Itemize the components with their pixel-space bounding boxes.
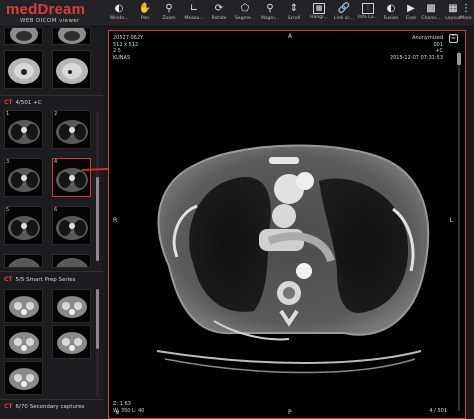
thumbnail[interactable]: [4, 361, 43, 395]
overlay-top-right: Anonymized 001 +C 2015-12-07 07:31:53: [390, 35, 443, 61]
toolbar: medDream WEB DICOM viewer ◐ Windo... ✋ P…: [0, 0, 474, 27]
modality-label: CT: [4, 276, 13, 283]
thumbnail[interactable]: [52, 27, 91, 45]
series-sidebar: CT 4/501 +C CT 5/5 Smart Prep Series CT 6/7…: [0, 27, 103, 419]
image-viewport[interactable]: 20527 062Y 512 x 512 2.5 KUNAS Anonymize…: [108, 30, 466, 419]
thumbnail-number: 2: [54, 111, 58, 117]
thumbnail[interactable]: [4, 50, 43, 89]
zoom-icon: ⚲: [165, 3, 173, 14]
magnifier-icon: ⚲: [266, 3, 274, 14]
slice-scrollbar[interactable]: [457, 41, 461, 411]
logo-text: medDream: [6, 1, 86, 18]
window-level-icon: ◐: [114, 3, 124, 14]
more-icon: ⋮: [461, 3, 471, 14]
slice-counter: 4 / 501: [429, 407, 447, 414]
tool-label: Windo...: [109, 16, 129, 21]
thumbnail-number: 6: [54, 207, 58, 213]
thumbnail[interactable]: 6: [52, 206, 91, 245]
series-header[interactable]: CT 6/70 Secondary captures: [4, 403, 84, 410]
thumbnail[interactable]: [4, 27, 43, 45]
thumbnail[interactable]: [52, 325, 91, 359]
thumbnail-number: 3: [6, 159, 10, 165]
slice-scroll-thumb[interactable]: [457, 53, 461, 66]
tool-scroll[interactable]: ⇕ Scroll: [281, 3, 307, 27]
thumbnail-number: 5: [6, 207, 10, 213]
institution: KUNAS: [113, 54, 131, 61]
scroll-icon: ⇕: [289, 3, 299, 14]
tool-segment[interactable]: ⬠ Segme...: [232, 3, 258, 27]
tool-measure[interactable]: ∟ Measu...: [181, 3, 207, 27]
orientation-top: A: [288, 33, 293, 40]
series-title: 5/5 Smart Prep Series: [15, 277, 76, 283]
series-title: 4/501 +C: [15, 100, 42, 106]
orientation-right: L: [449, 217, 453, 224]
link-scroll-icon: 🔗: [337, 3, 351, 14]
app: medDream WEB DICOM viewer ◐ Windo... ✋ P…: [0, 0, 474, 419]
logo: medDream WEB DICOM viewer: [6, 1, 86, 25]
overlay-top-left: 20527 062Y 512 x 512 2.5 KUNAS: [113, 35, 143, 61]
thumbnail[interactable]: [52, 254, 91, 268]
tool-hanging-protocol[interactable]: ▦ Hangi...: [306, 3, 332, 27]
thumbnail[interactable]: 1: [4, 110, 43, 149]
series-header[interactable]: CT 5/5 Smart Prep Series: [4, 276, 75, 283]
divider: [0, 399, 103, 400]
tool-magnifier[interactable]: ⚲ Magni...: [257, 3, 283, 27]
thumbnail[interactable]: [4, 254, 43, 268]
thumbnail-number: 4: [54, 159, 58, 165]
slice-scroll-track[interactable]: [458, 51, 460, 411]
tool-label: Link sc...: [333, 16, 355, 21]
orientation-left: R: [113, 217, 118, 224]
tool-more[interactable]: ⋮ More: [458, 3, 474, 27]
ct-image[interactable]: [109, 31, 466, 419]
pan-icon: ✋: [138, 3, 152, 14]
tool-zoom[interactable]: ⚲ Zoom: [156, 3, 182, 27]
tool-label: Zoom: [162, 16, 176, 21]
tool-label: Scroll: [287, 16, 301, 21]
tool-label: Rotate: [211, 16, 227, 21]
hanging-protocol-icon: ▦: [313, 3, 325, 14]
thumbnail[interactable]: 5: [4, 206, 43, 245]
tool-label: Magni...: [260, 16, 280, 21]
tool-label: Measu...: [184, 16, 204, 21]
info-layer-icon: i: [362, 3, 374, 14]
series-title: 6/70 Secondary captures: [15, 404, 85, 410]
thumbnail[interactable]: 2: [52, 110, 91, 149]
tool-label: Hangi...: [310, 15, 328, 20]
viewport-settings-icon[interactable]: ⚙: [113, 410, 122, 418]
thumbnail-number: 1: [6, 111, 10, 117]
divider: [0, 271, 103, 272]
thumbnail[interactable]: [52, 289, 91, 323]
thumbnail[interactable]: [4, 289, 43, 323]
tool-rotate[interactable]: ⟳ Rotate: [206, 3, 232, 27]
segment-icon: ⬠: [240, 3, 250, 14]
tool-link-scroll[interactable]: 🔗 Link sc...: [331, 3, 357, 27]
thumbnail[interactable]: 3: [4, 158, 43, 197]
orientation-bottom: P: [288, 409, 292, 416]
thumbnail[interactable]: [52, 50, 91, 89]
divider: [0, 95, 103, 96]
tool-label: More: [460, 16, 472, 21]
tool-window-level[interactable]: ◐ Windo...: [106, 3, 132, 27]
thumbnail[interactable]: [4, 325, 43, 359]
logo-subtitle: WEB DICOM viewer: [20, 18, 80, 24]
acquisition-datetime: 2015-12-07 07:31:53: [389, 54, 443, 61]
tool-pan[interactable]: ✋ Pan: [132, 3, 158, 27]
series-header[interactable]: CT 4/501 +C: [4, 99, 42, 106]
modality-label: CT: [4, 99, 13, 106]
patient-id: 20527 062Y: [113, 35, 144, 41]
rotate-icon: ⟳: [214, 3, 224, 14]
sidebar-scroll-thumb[interactable]: [96, 289, 99, 349]
tool-label: Segme...: [234, 16, 256, 21]
modality-label: CT: [4, 403, 13, 410]
measure-icon: ∟: [189, 3, 199, 14]
tool-label: Pan: [140, 16, 150, 21]
